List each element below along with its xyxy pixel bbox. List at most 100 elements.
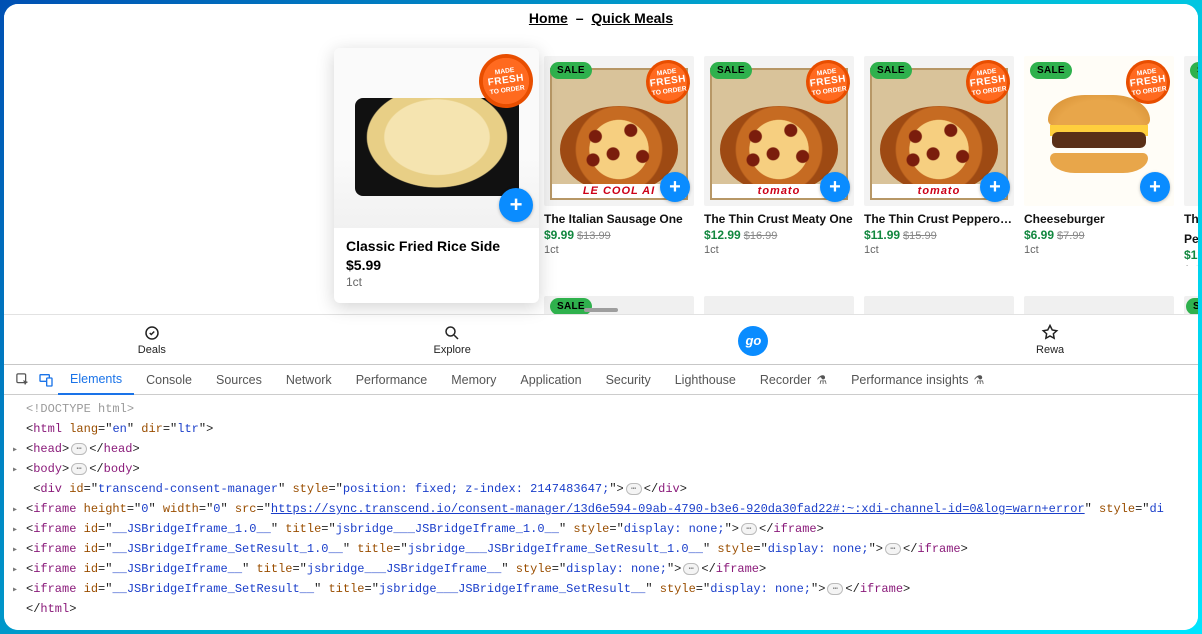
expand-icon[interactable]: ▸ xyxy=(12,541,18,561)
devtools-panel: Elements Console Sources Network Perform… xyxy=(4,364,1198,630)
dom-node[interactable]: ▸<iframe id="__JSBridgeIframe__" title="… xyxy=(12,559,1190,579)
expand-icon[interactable]: ▸ xyxy=(12,581,18,601)
dom-node[interactable]: ▸<iframe id="__JSBridgeIframe_SetResult_… xyxy=(12,579,1190,599)
product-card-cut[interactable]: SALE The Pep $12 1ct xyxy=(1184,56,1198,266)
sale-badge: SALE xyxy=(710,62,752,79)
dom-node[interactable]: ▸<head>⋯</head> xyxy=(12,439,1190,459)
tab-perf-insights[interactable]: Performance insights⚗ xyxy=(839,365,996,394)
tab-console[interactable]: Console xyxy=(134,365,204,394)
product-card[interactable]: SALE MADEFRESHTO ORDER + Cheeseburger $6… xyxy=(1024,56,1174,266)
product-unit: 1ct xyxy=(1184,264,1198,266)
nav-deals[interactable]: Deals xyxy=(138,323,166,356)
ellipsis-icon[interactable]: ⋯ xyxy=(827,583,843,595)
tab-security[interactable]: Security xyxy=(594,365,663,394)
product-title: Pep xyxy=(1184,232,1198,246)
expand-icon[interactable]: ▸ xyxy=(12,561,18,581)
nav-label: Rewa xyxy=(1036,344,1064,356)
product-card[interactable]: tomato SALE MADEFRESHTO ORDER + The Thin… xyxy=(864,56,1014,266)
nav-explore[interactable]: Explore xyxy=(434,323,471,356)
nav-rewards[interactable]: Rewa xyxy=(1036,323,1064,356)
featured-unit: 1ct xyxy=(346,275,527,289)
dom-node[interactable]: ▸<body>⋯</body> xyxy=(12,459,1190,479)
ellipsis-icon[interactable]: ⋯ xyxy=(741,523,757,535)
dom-node[interactable]: ▸<iframe height="0" width="0" src="https… xyxy=(12,499,1190,519)
product-price: $9.99 xyxy=(544,228,574,242)
ellipsis-icon[interactable]: ⋯ xyxy=(683,563,699,575)
breadcrumb: Home – Quick Meals xyxy=(4,4,1198,30)
ellipsis-icon[interactable]: ⋯ xyxy=(626,483,642,495)
add-to-cart-button[interactable]: + xyxy=(660,172,690,202)
product-price: $6.99 xyxy=(1024,228,1054,242)
product-card[interactable]: LE COOL AI SALE MADEFRESHTO ORDER + The … xyxy=(544,56,694,266)
food-image xyxy=(1048,95,1150,173)
expand-icon[interactable]: ▸ xyxy=(12,441,18,461)
breadcrumb-current[interactable]: Quick Meals xyxy=(591,10,673,26)
tab-application[interactable]: Application xyxy=(508,365,593,394)
sale-badge: SALE xyxy=(870,62,912,79)
breadcrumb-home[interactable]: Home xyxy=(529,10,568,26)
add-to-cart-button[interactable]: + xyxy=(820,172,850,202)
breadcrumb-separator: – xyxy=(576,10,584,26)
elements-tree[interactable]: <!DOCTYPE html> <html lang="en" dir="ltr… xyxy=(4,395,1198,630)
product-unit: 1ct xyxy=(704,244,854,256)
expand-icon[interactable]: ▸ xyxy=(12,521,18,541)
nav-label: Explore xyxy=(434,344,471,356)
product-old-price: $16.99 xyxy=(744,230,778,242)
product-price: $11.99 xyxy=(864,228,900,242)
devtools-tabs: Elements Console Sources Network Perform… xyxy=(4,365,1198,395)
tab-sources[interactable]: Sources xyxy=(204,365,274,394)
inspect-icon[interactable] xyxy=(10,368,34,392)
sale-badge: SALE xyxy=(1030,62,1072,79)
drag-handle[interactable] xyxy=(584,308,618,312)
bottom-nav: Deals Explore go Rewa xyxy=(4,314,1198,364)
deals-icon xyxy=(142,323,162,343)
product-old-price: $13.99 xyxy=(577,230,611,242)
product-carousel[interactable]: LE COOL AI SALE MADEFRESHTO ORDER + The … xyxy=(544,56,1198,266)
product-price: $12 xyxy=(1184,248,1198,262)
flask-icon: ⚗ xyxy=(974,373,985,387)
expand-icon[interactable]: ▸ xyxy=(12,461,18,481)
dom-node[interactable]: ▸<iframe id="__JSBridgeIframe_1.0__" tit… xyxy=(12,519,1190,539)
tab-performance[interactable]: Performance xyxy=(344,365,440,394)
search-icon xyxy=(442,323,462,343)
featured-price: $5.99 xyxy=(346,257,527,273)
featured-card[interactable]: MADEFRESHTO ORDER + Classic Fried Rice S… xyxy=(334,48,539,303)
dom-node[interactable]: ▸<iframe id="__JSBridgeIframe_SetResult_… xyxy=(12,539,1190,559)
add-to-cart-button[interactable]: + xyxy=(980,172,1010,202)
tab-elements[interactable]: Elements xyxy=(58,366,134,395)
ellipsis-icon[interactable]: ⋯ xyxy=(71,463,87,475)
product-price: $12.99 xyxy=(704,228,741,242)
dom-node[interactable]: <html lang="en" dir="ltr"> xyxy=(12,419,1190,439)
ellipsis-icon[interactable]: ⋯ xyxy=(885,543,901,555)
go-icon: go xyxy=(738,326,768,356)
product-title: The Italian Sausage One xyxy=(544,212,694,226)
add-to-cart-button[interactable]: + xyxy=(1140,172,1170,202)
rewards-icon xyxy=(1040,323,1060,343)
iframe-src-link[interactable]: https://sync.transcend.io/consent-manage… xyxy=(271,502,1085,516)
featured-title: Classic Fried Rice Side xyxy=(346,238,527,254)
expand-icon[interactable]: ▸ xyxy=(12,501,18,521)
product-title: The Thin Crust Meaty One xyxy=(704,212,854,226)
ellipsis-icon[interactable]: ⋯ xyxy=(71,443,87,455)
device-toggle-icon[interactable] xyxy=(34,368,58,392)
tab-lighthouse[interactable]: Lighthouse xyxy=(663,365,748,394)
product-card[interactable]: tomato SALE MADEFRESHTO ORDER + The Thin… xyxy=(704,56,854,266)
food-image xyxy=(355,98,519,195)
tab-network[interactable]: Network xyxy=(274,365,344,394)
product-title: The xyxy=(1184,212,1198,226)
flask-icon: ⚗ xyxy=(816,373,827,387)
sale-badge: SALE xyxy=(550,298,592,315)
carousel-row-2-peek: SALE SALE xyxy=(544,296,1198,316)
product-old-price: $15.99 xyxy=(903,230,937,242)
product-unit: 1ct xyxy=(864,244,1014,256)
sale-badge: SALE xyxy=(550,62,592,79)
tab-memory[interactable]: Memory xyxy=(439,365,508,394)
nav-go[interactable]: go xyxy=(738,326,768,354)
dom-node[interactable]: <div id="transcend-consent-manager" styl… xyxy=(12,479,1190,499)
dom-node[interactable]: </html> xyxy=(12,599,1190,619)
product-title: The Thin Crust Pepperoni One xyxy=(864,212,1014,226)
tab-recorder[interactable]: Recorder⚗ xyxy=(748,365,839,394)
shopping-app: Home – Quick Meals MADEFRESHTO ORDER + C… xyxy=(4,4,1198,364)
add-to-cart-button[interactable]: + xyxy=(499,188,533,222)
doctype: <!DOCTYPE html> xyxy=(26,402,134,416)
